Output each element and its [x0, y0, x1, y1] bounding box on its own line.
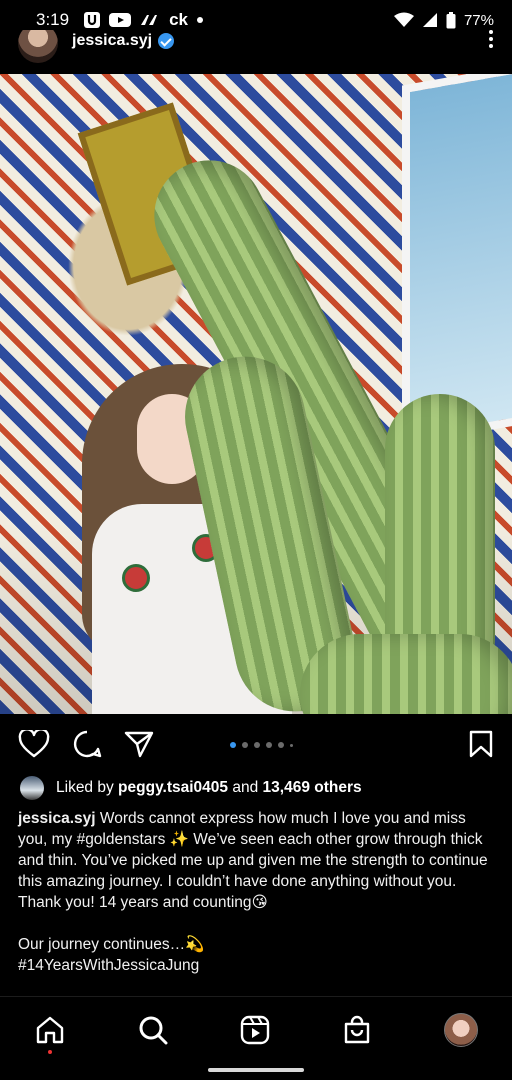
signal-icon	[422, 12, 438, 28]
like-icon[interactable]	[18, 730, 50, 758]
battery-percent: 77%	[463, 11, 494, 29]
ck-icon: ck	[169, 10, 189, 29]
search-icon	[139, 1016, 168, 1044]
liker-username[interactable]: peggy.tsai0405	[118, 779, 228, 796]
photo-window	[402, 74, 512, 446]
carousel-dot	[266, 742, 272, 748]
post-photo[interactable]	[0, 74, 512, 714]
likes-prefix: Liked by	[56, 779, 114, 796]
verified-badge-icon	[158, 32, 175, 49]
author-username[interactable]: jessica.syj	[72, 32, 175, 50]
carousel-dot	[242, 742, 248, 748]
post-header: jessica.syj	[0, 30, 512, 74]
notification-icons: ck	[83, 10, 204, 30]
profile-tab[interactable]	[444, 1012, 478, 1047]
likes-others-count[interactable]: 13,469 others	[263, 779, 362, 796]
author-username-text: jessica.syj	[72, 32, 153, 49]
carousel-indicator	[230, 742, 293, 748]
caption-text: Words cannot express how much I love you…	[18, 810, 488, 974]
bottom-navigation	[0, 996, 512, 1062]
photo-flower	[122, 564, 150, 592]
carousel-dot	[290, 743, 293, 747]
likes-summary[interactable]: Liked by peggy.tsai0405 and 13,469 other…	[20, 776, 500, 800]
shop-icon	[344, 1015, 370, 1043]
carousel-dot	[230, 742, 236, 748]
post-caption: jessica.syj Words cannot express how muc…	[18, 808, 494, 976]
photo-cactus	[300, 634, 512, 714]
share-icon[interactable]	[124, 730, 154, 758]
battery-icon	[446, 11, 456, 29]
liker-avatar	[20, 776, 44, 800]
home-indicator[interactable]	[208, 1068, 304, 1072]
dot-icon	[196, 16, 204, 24]
notification-dot	[48, 1049, 52, 1054]
caption-username[interactable]: jessica.syj	[18, 810, 96, 827]
home-tab[interactable]	[34, 1014, 66, 1054]
profile-avatar	[444, 1012, 478, 1047]
shop-tab[interactable]	[342, 1015, 372, 1045]
more-options-icon[interactable]	[488, 30, 494, 54]
comment-icon[interactable]	[72, 729, 102, 759]
carousel-dot	[278, 742, 284, 748]
carousel-dot	[254, 742, 260, 748]
search-tab[interactable]	[138, 1015, 168, 1045]
ai-app-icon	[139, 12, 161, 28]
post-actions	[0, 722, 512, 766]
wifi-icon	[393, 12, 414, 28]
youtube-icon	[109, 12, 132, 28]
status-time: 3:19	[36, 10, 70, 29]
save-bookmark-icon[interactable]	[468, 730, 494, 758]
u-app-icon	[83, 11, 101, 29]
home-icon	[36, 1016, 64, 1043]
author-avatar[interactable]	[18, 30, 58, 63]
likes-and: and	[232, 779, 259, 796]
reels-icon	[240, 1015, 270, 1044]
likes-text: Liked by peggy.tsai0405 and 13,469 other…	[56, 779, 362, 797]
reels-tab[interactable]	[240, 1015, 270, 1045]
